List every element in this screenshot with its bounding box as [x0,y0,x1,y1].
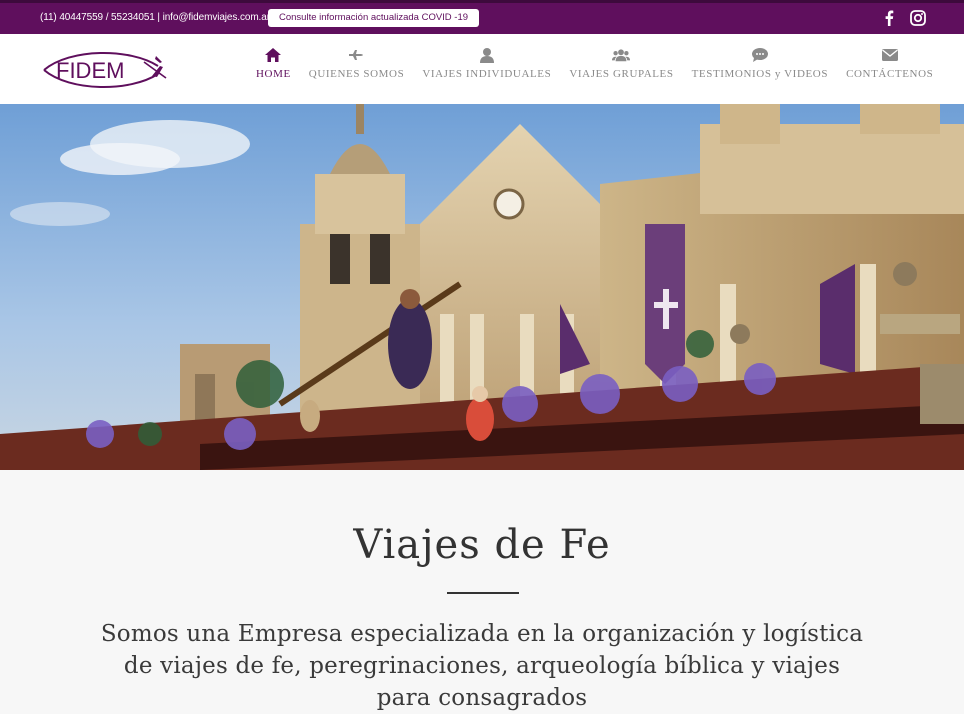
nav-item-viajes-individuales[interactable]: VIAJES INDIVIDUALES [413,46,560,80]
nav-label: VIAJES GRUPALES [569,68,674,80]
nav-label: CONTÁCTENOS [846,68,934,80]
title-divider [447,592,519,594]
users-icon [612,46,631,64]
home-icon [264,46,282,64]
user-icon [478,46,496,64]
airplane-icon [348,46,366,64]
covid-info-button[interactable]: Consulte información actualizada COVID -… [268,9,480,27]
envelope-icon [881,46,899,64]
hero-cathedral-image [0,104,964,470]
nav-item-testimonios[interactable]: TESTIMONIOS y VIDEOS [683,46,837,80]
intro-description: Somos una Empresa especializada en la or… [100,621,864,711]
contact-info: (11) 40447559 / 55234051 | info@fidemvia… [40,12,270,23]
page-title: Viajes de Fe [353,522,611,568]
nav-item-quienes-somos[interactable]: QUIENES SOMOS [300,46,414,80]
facebook-icon[interactable] [880,9,898,27]
nav-item-contactenos[interactable]: CONTÁCTENOS [837,46,942,80]
nav-item-home[interactable]: HOME [247,46,300,80]
instagram-icon[interactable] [909,9,927,27]
site-header: FIDEM HOME QUIENES SOMOS VIAJES INDIVIDU… [0,34,964,104]
logo-text: FIDEM [56,58,124,83]
nav-label: VIAJES INDIVIDUALES [422,68,552,80]
fidem-logo[interactable]: FIDEM [40,48,170,90]
chat-icon [751,46,769,64]
main-nav: HOME QUIENES SOMOS VIAJES INDIVIDUALES V… [247,46,942,80]
top-bar: (11) 40447559 / 55234051 | info@fidemvia… [0,0,964,34]
intro-section: Viajes de Fe Somos una Empresa especiali… [0,470,964,711]
nav-label: HOME [256,68,291,80]
nav-label: QUIENES SOMOS [308,68,405,80]
nav-label: TESTIMONIOS y VIDEOS [691,68,829,80]
nav-item-viajes-grupales[interactable]: VIAJES GRUPALES [560,46,682,80]
